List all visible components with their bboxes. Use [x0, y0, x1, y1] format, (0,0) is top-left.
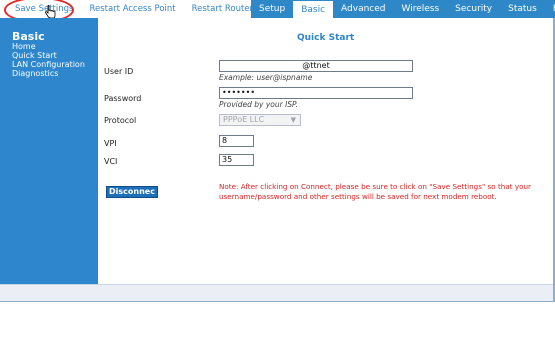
save-settings-note: Note: After clicking on Connect, please … [219, 182, 532, 201]
tab-setup[interactable]: Setup [251, 0, 294, 18]
sidebar-item-lan-configuration[interactable]: LAN Configuration [12, 60, 85, 69]
password-label: Password [104, 94, 142, 103]
tab-status[interactable]: Status [500, 0, 545, 18]
user-id-label: User ID [104, 67, 134, 76]
user-id-input[interactable]: @ttnet [219, 60, 413, 72]
tab-security[interactable]: Security [447, 0, 501, 18]
password-hint: Provided by your ISP. [219, 100, 298, 109]
sidebar-item-diagnostics[interactable]: Diagnostics [12, 69, 58, 78]
sidebar-item-quick-start[interactable]: Quick Start [12, 51, 57, 60]
vci-input[interactable]: 35 [219, 154, 254, 166]
sidebar: Basic Home Quick Start LAN Configuration… [0, 18, 98, 284]
main-tabs: Setup Basic Advanced Wireless Security S… [251, 0, 555, 18]
protocol-select[interactable]: PPPoE LLC ▼ [219, 114, 301, 126]
footer-strip [0, 284, 553, 301]
hand-pointer-icon [45, 5, 56, 19]
disconnect-button[interactable]: Disconnec [106, 186, 158, 198]
password-input[interactable]: ••••••• [219, 87, 413, 99]
restart-access-point-link[interactable]: Restart Access Point [89, 4, 175, 14]
sidebar-item-home[interactable]: Home [12, 42, 36, 51]
vpi-label: VPI [104, 139, 117, 148]
page-title: Quick Start [297, 33, 355, 43]
tab-basic[interactable]: Basic [293, 0, 334, 18]
tab-advanced[interactable]: Advanced [333, 0, 394, 18]
protocol-value: PPPoE LLC [223, 115, 265, 124]
restart-router-link[interactable]: Restart Router [192, 4, 253, 14]
tab-help[interactable]: Help [544, 0, 555, 18]
vci-label: VCI [104, 157, 118, 166]
user-id-hint: Example: user@ispname [219, 73, 313, 82]
tab-wireless[interactable]: Wireless [393, 0, 448, 18]
protocol-label: Protocol [104, 116, 137, 125]
chevron-down-icon: ▼ [290, 116, 296, 124]
vpi-input[interactable]: 8 [219, 135, 254, 147]
